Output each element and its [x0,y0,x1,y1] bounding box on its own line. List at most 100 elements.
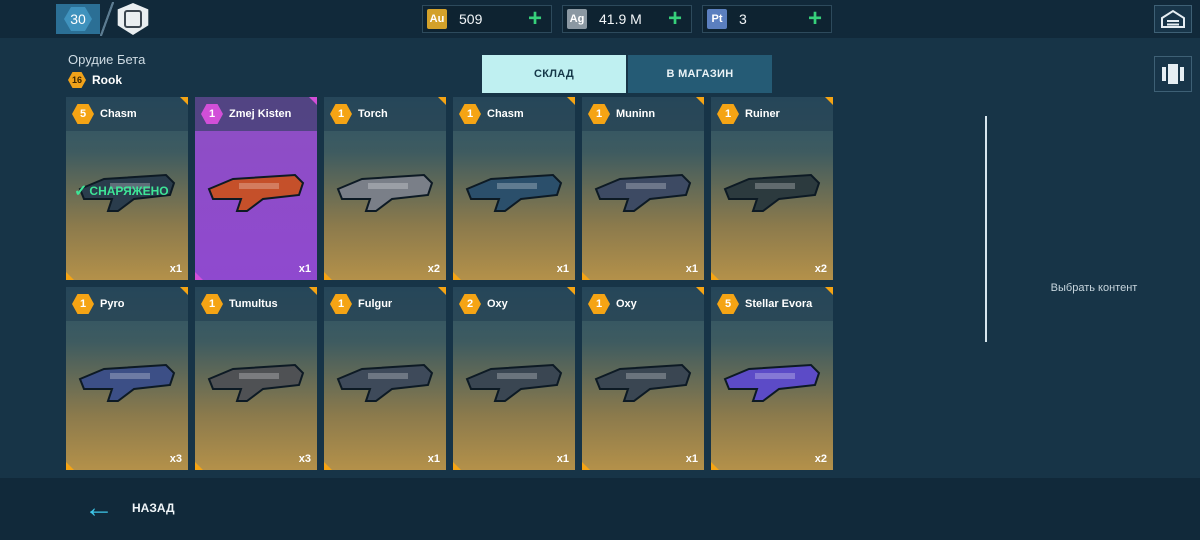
rarity-corner [453,272,461,280]
silver-amount: 41.9 M [599,11,642,27]
rarity-corner [309,287,317,295]
weapon-card[interactable]: 1 Pyro x3 [66,287,188,470]
equipped-badge: ✓ СНАРЯЖЕНО [74,181,169,201]
rarity-corner [324,272,332,280]
robot-view-button[interactable] [1154,56,1192,92]
weapon-name: Stellar Evora [745,298,813,310]
platinum-amount: 3 [739,11,747,27]
rarity-corner [696,287,704,295]
platinum-icon: Pt [707,9,727,29]
weapon-card[interactable]: 1 Muninn x1 [582,97,704,280]
rarity-corner [195,462,203,470]
weapon-quantity: x1 [298,263,311,275]
weapon-quantity: x2 [814,453,827,465]
weapon-level-badge: 1 [201,294,223,314]
separator [100,2,114,36]
rarity-corner [582,462,590,470]
weapon-level-badge: 5 [717,294,739,314]
weapon-level-badge: 1 [717,104,739,124]
weapon-card[interactable]: 5 Chasm x1 ✓ СНАРЯЖЕНО [66,97,188,280]
weapon-card[interactable]: 1 Torch x2 [324,97,446,280]
torch-weapon-icon [336,173,434,212]
gold-icon: Au [427,9,447,29]
weapon-quantity: x2 [427,263,440,275]
card-header: 1 Muninn [582,97,704,131]
weapon-level-badge: 1 [330,104,352,124]
weapon-quantity: x2 [814,263,827,275]
back-button[interactable]: ← НАЗАД [84,493,175,523]
weapon-quantity: x3 [169,453,182,465]
weapon-level-badge: 5 [72,104,94,124]
add-silver-button[interactable]: + [663,7,687,31]
weapon-card[interactable]: 1 Ruiner x2 [711,97,833,280]
weapon-card[interactable]: 2 Oxy x1 [453,287,575,470]
card-header: 1 Pyro [66,287,188,321]
weapon-name: Zmej Kisten [229,108,292,120]
rarity-corner [711,462,719,470]
rarity-corner [180,287,188,295]
add-platinum-button[interactable]: + [803,7,827,31]
tab-shop[interactable]: В МАГАЗИН [628,55,772,93]
rarity-corner [66,272,74,280]
card-header: 1 Chasm [453,97,575,131]
player-level-badge[interactable]: 30 [56,4,100,34]
weapon-level-badge: 1 [330,294,352,314]
rarity-corner [453,462,461,470]
silver-icon: Ag [567,9,587,29]
bottom-bar [0,478,1200,540]
weapon-name: Chasm [487,108,524,120]
oxy-weapon-icon [594,363,692,402]
weapon-card[interactable]: 1 Chasm x1 [453,97,575,280]
rarity-corner [180,97,188,105]
weapon-level-badge: 1 [459,104,481,124]
oxy-weapon-icon [465,363,563,402]
add-gold-button[interactable]: + [523,7,547,31]
card-header: 1 Oxy [582,287,704,321]
weapon-card[interactable]: 1 Fulgur x1 [324,287,446,470]
rarity-corner [825,287,833,295]
weapon-card[interactable]: 1 Oxy x1 [582,287,704,470]
card-header: 1 Tumultus [195,287,317,321]
back-label: НАЗАД [132,501,175,515]
weapon-quantity: x1 [556,263,569,275]
weapon-level-badge: 2 [459,294,481,314]
weapon-name: Fulgur [358,298,393,310]
rarity-corner [825,97,833,105]
gold-amount: 509 [459,11,483,27]
clan-emblem-icon[interactable] [117,3,149,35]
hangar-button[interactable] [1154,5,1192,33]
weapon-quantity: x1 [169,263,182,275]
card-header: 1 Torch [324,97,446,131]
gold-currency: Au 509 + [422,5,552,33]
weapon-name: Tumultus [229,298,278,310]
card-header: 5 Chasm [66,97,188,131]
weapon-quantity: x1 [685,453,698,465]
rarity-corner [324,462,332,470]
weapon-card[interactable]: 5 Stellar Evora x2 [711,287,833,470]
rarity-corner [309,97,317,105]
check-icon: ✓ [74,183,88,200]
weapon-level-badge: 1 [588,104,610,124]
weapon-level-badge: 1 [588,294,610,314]
weapon-level-badge: 1 [201,104,223,124]
weapon-quantity: x1 [685,263,698,275]
weapon-name: Pyro [100,298,125,310]
rarity-corner [567,97,575,105]
robot-level-badge: 16 [68,72,86,88]
rarity-corner [438,97,446,105]
card-header: 1 Zmej Kisten [195,97,317,131]
weapon-quantity: x3 [298,453,311,465]
rarity-corner [711,272,719,280]
equipped-label: СНАРЯЖЕНО [89,184,169,198]
weapon-card[interactable]: 1 Tumultus x3 [195,287,317,470]
panel-divider [985,116,987,342]
weapon-card[interactable]: 1 Zmej Kisten x1 [195,97,317,280]
weapon-level-badge: 1 [72,294,94,314]
card-header: 2 Oxy [453,287,575,321]
robot-icon [1162,64,1184,84]
rarity-corner [66,462,74,470]
tab-warehouse[interactable]: СКЛАД [482,55,626,93]
weapon-quantity: x1 [556,453,569,465]
weapon-slot-title: Орудие Бета [68,52,146,67]
pyro-weapon-icon [78,363,176,402]
